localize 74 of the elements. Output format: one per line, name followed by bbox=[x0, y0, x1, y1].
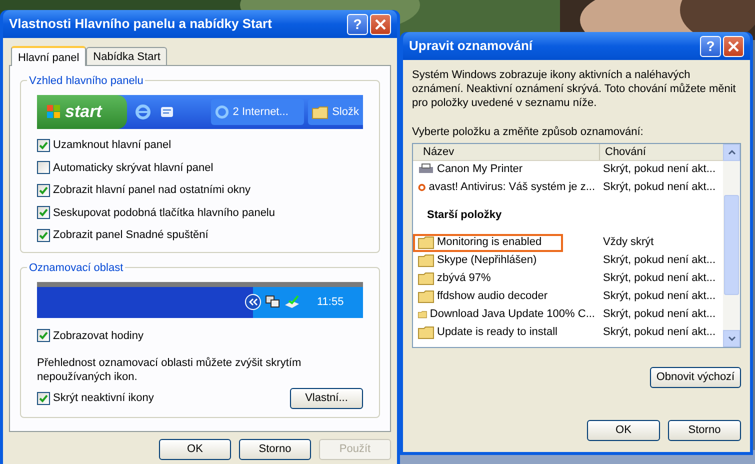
folder-icon bbox=[418, 290, 434, 303]
behavior-text: Skrýt, pokud není akt... bbox=[603, 307, 716, 322]
behavior-text: Skrýt, pokud není akt... bbox=[603, 289, 716, 304]
list-item[interactable]: Update is ready to install bbox=[413, 324, 564, 342]
check-icon bbox=[39, 140, 48, 150]
behavior-text: Skrýt, pokud není akt... bbox=[603, 253, 716, 268]
folder-icon bbox=[418, 254, 434, 267]
list-item[interactable]: Monitoring is enabled bbox=[413, 234, 563, 252]
clock-text: 11:55 bbox=[317, 294, 344, 310]
expand-icon bbox=[245, 294, 261, 310]
list-item[interactable]: Canon My Printer bbox=[413, 160, 563, 178]
list-item[interactable]: avast! Antivirus: Váš systém je z... bbox=[413, 178, 601, 196]
list-item[interactable]: zbývá 97% bbox=[413, 270, 563, 288]
checkbox[interactable] bbox=[37, 228, 50, 242]
check-icon bbox=[39, 208, 48, 218]
description-text: Přehlednost oznamovací oblasti můžete zvýšit skrytím nepoužívaných ikon. bbox=[37, 356, 302, 384]
section-heading: Starší položky bbox=[427, 208, 502, 223]
network-icon bbox=[265, 295, 281, 309]
dialog-button[interactable]: OK bbox=[159, 439, 231, 460]
dialog-button[interactable]: OK bbox=[587, 420, 660, 440]
checkbox[interactable] bbox=[37, 184, 50, 197]
checkbox-label: Zobrazit hlavní panel nad ostatními okny bbox=[53, 183, 251, 198]
folder-icon bbox=[418, 272, 434, 285]
dialog-button[interactable]: Storno bbox=[239, 439, 311, 460]
close-button[interactable] bbox=[723, 36, 744, 56]
mail-icon bbox=[158, 104, 175, 120]
windows-logo-icon bbox=[47, 105, 61, 119]
check-icon bbox=[39, 186, 48, 195]
behavior-text: Skrýt, pokud není akt... bbox=[603, 180, 716, 196]
behavior-text: Vždy skrýt bbox=[603, 235, 654, 250]
tray-app-icon bbox=[284, 295, 300, 309]
behavior-text: Skrýt, pokud není akt... bbox=[603, 325, 716, 340]
checkbox[interactable] bbox=[37, 161, 50, 174]
dialog-button[interactable]: Obnovit výchozí bbox=[650, 366, 741, 388]
checkbox-label: Skrýt neaktivní ikony bbox=[53, 391, 154, 406]
folder-icon bbox=[418, 308, 427, 321]
browser-icon bbox=[134, 104, 151, 120]
checkbox[interactable] bbox=[37, 392, 50, 405]
tab[interactable]: Hlavní panel bbox=[11, 46, 86, 66]
dialog-button[interactable]: Vlastní... bbox=[290, 388, 363, 409]
checkbox[interactable] bbox=[37, 206, 50, 220]
list-item[interactable]: Download Java Update 100% C... bbox=[413, 306, 601, 324]
checkbox-label: Seskupovat podobná tlačítka hlavního panelu bbox=[53, 206, 275, 220]
behavior-text: Skrýt, pokud není akt... bbox=[603, 162, 716, 178]
close-icon bbox=[375, 18, 386, 30]
checkbox[interactable] bbox=[37, 329, 50, 342]
close-icon bbox=[728, 40, 739, 52]
printer-icon bbox=[418, 163, 434, 176]
folder-icon bbox=[312, 106, 328, 118]
column-header[interactable]: Chování bbox=[600, 144, 723, 160]
checkbox-label: Automaticky skrývat hlavní panel bbox=[53, 160, 214, 176]
group-title: Vzhled hlavního panelu bbox=[27, 73, 146, 90]
window-title: Upravit oznamování bbox=[409, 37, 534, 56]
folder-icon bbox=[418, 236, 434, 249]
dialog-button[interactable]: Storno bbox=[668, 420, 741, 440]
window-title: Vlastnosti Hlavního panelu a nabídky Start bbox=[9, 15, 273, 34]
column-header[interactable]: Název bbox=[413, 144, 600, 160]
prompt-text: Vyberte položku a změňte způsob oznamování: bbox=[412, 125, 644, 140]
checkbox-label: Zobrazit panel Snadné spuštění bbox=[53, 228, 208, 243]
description-text: Systém Windows zobrazuje ikony aktivních a naléhavých oznámení. Neaktivní oznámení skrývá. Toto chování můžete měnit pro položky uvedené v seznamu níže. bbox=[412, 68, 737, 110]
check-icon bbox=[39, 394, 48, 403]
browser-icon bbox=[214, 105, 229, 119]
check-icon bbox=[39, 331, 48, 340]
checkbox[interactable] bbox=[37, 138, 50, 152]
tab[interactable]: Nabídka Start bbox=[86, 47, 168, 65]
list-item[interactable]: Skype (Nepřihlášen) bbox=[413, 252, 563, 270]
list-item[interactable]: ffdshow audio decoder bbox=[413, 288, 563, 306]
checkbox-label: Zobrazovat hodiny bbox=[53, 328, 144, 344]
scrollbar[interactable] bbox=[723, 144, 740, 346]
behavior-text: Skrýt, pokud není akt... bbox=[603, 271, 716, 286]
check-icon bbox=[39, 230, 48, 240]
checkbox-label: Uzamknout hlavní panel bbox=[53, 138, 172, 153]
folder-icon bbox=[418, 326, 434, 339]
close-button[interactable] bbox=[370, 14, 391, 34]
